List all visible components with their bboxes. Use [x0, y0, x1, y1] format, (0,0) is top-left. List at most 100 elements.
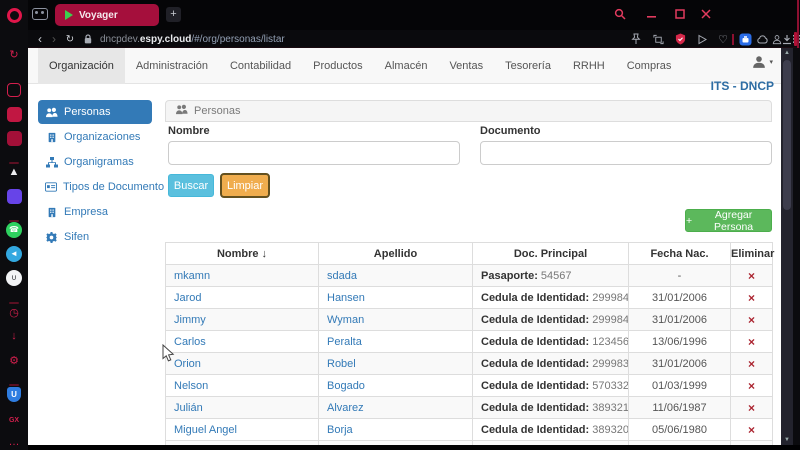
delete-button[interactable]: ×: [730, 264, 773, 287]
cell-apellido[interactable]: Wyman: [318, 308, 473, 331]
nombre-label: Nombre: [168, 125, 210, 137]
extension-blue-icon[interactable]: [738, 32, 752, 46]
delete-button[interactable]: ×: [730, 308, 773, 331]
history-icon[interactable]: ◷: [0, 302, 28, 322]
telegram-icon[interactable]: ◄: [0, 244, 28, 264]
app-white-icon[interactable]: ▲: [0, 162, 28, 182]
cell-apellido[interactable]: Bogado: [318, 374, 473, 397]
maximize-icon[interactable]: [670, 4, 690, 24]
user-menu[interactable]: ▾: [752, 55, 773, 69]
user-icon: [753, 56, 766, 68]
opera-logo-icon[interactable]: [0, 5, 28, 25]
documento-input[interactable]: [480, 141, 772, 165]
app-red-icon[interactable]: [0, 104, 28, 124]
delete-button[interactable]: ×: [730, 418, 773, 441]
cell-fecha-nac: 31/01/2006: [628, 286, 731, 309]
cell-nombre[interactable]: Jarod: [165, 286, 319, 309]
scroll-down-icon[interactable]: ▼: [781, 435, 793, 445]
delete-button[interactable]: ×: [730, 396, 773, 419]
snapshot-icon[interactable]: [651, 32, 665, 46]
assistant-icon[interactable]: [0, 80, 28, 100]
sidebar-item-tipos-de-documento[interactable]: Tipos de Documento: [38, 175, 164, 199]
buscar-button[interactable]: Buscar: [168, 174, 214, 197]
ublock-icon[interactable]: U: [0, 384, 28, 404]
app-red2-icon[interactable]: [0, 128, 28, 148]
cell-apellido[interactable]: Hansen: [318, 286, 473, 309]
table-row: Miguel Angel Borja Cedula de Identidad: 38…: [165, 418, 773, 441]
col-header-nombre[interactable]: Nombre ↓: [165, 242, 319, 265]
browser-tab[interactable]: Voyager: [55, 4, 159, 26]
cell-apellido[interactable]: Robel: [318, 352, 473, 375]
cell-apellido[interactable]: Peralta: [318, 330, 473, 353]
cell-doc-principal: Cedula de Identidad: 2999838: [472, 352, 629, 375]
tab-organizacion[interactable]: Organización: [38, 48, 125, 84]
reload-icon[interactable]: ↻: [64, 30, 76, 48]
minimize-icon[interactable]: [642, 4, 662, 24]
player-icon[interactable]: [695, 32, 709, 46]
delete-button[interactable]: ×: [730, 286, 773, 309]
divider: [731, 32, 734, 46]
redo-icon[interactable]: ↻: [0, 44, 28, 64]
delete-button[interactable]: ×: [730, 374, 773, 397]
cell-nombre[interactable]: Carlos: [165, 330, 319, 353]
cell-fecha-nac: 31/01/2006: [628, 352, 731, 375]
cell-apellido[interactable]: Borja: [318, 418, 473, 441]
whatsapp-icon[interactable]: ☎: [0, 220, 28, 240]
sidebar-item-organizaciones[interactable]: Organizaciones: [38, 125, 152, 149]
nombre-input[interactable]: [168, 141, 460, 165]
cell-nombre[interactable]: mkamn: [165, 264, 319, 287]
tab-rrhh[interactable]: RRHH: [562, 48, 616, 84]
play-icon: [65, 10, 73, 20]
sidebar-item-sifen[interactable]: Sifen: [38, 225, 152, 249]
cell-fecha-nac: 11/06/1987: [628, 396, 731, 419]
more-icon[interactable]: …: [0, 432, 28, 450]
discord-icon[interactable]: ∪: [0, 268, 28, 288]
workspaces-icon[interactable]: [32, 8, 48, 20]
tab-productos[interactable]: Productos: [302, 48, 374, 84]
heart-icon[interactable]: ♡: [716, 32, 730, 46]
scroll-up-icon[interactable]: ▲: [781, 48, 793, 58]
tab-compras[interactable]: Compras: [616, 48, 683, 84]
close-icon[interactable]: [696, 4, 716, 24]
search-icon[interactable]: [610, 4, 630, 24]
cell-nombre[interactable]: Julián: [165, 396, 319, 419]
cell-doc-principal: Pasaporte: 54567: [472, 264, 629, 287]
cell-nombre[interactable]: Nelson: [165, 374, 319, 397]
shield-icon[interactable]: [673, 32, 687, 46]
tab-administracion[interactable]: Administración: [125, 48, 219, 84]
cell-nombre[interactable]: Jimmy: [165, 308, 319, 331]
building-icon: [45, 207, 58, 218]
page-scrollbar[interactable]: ▲ ▼: [781, 48, 793, 445]
cell-apellido[interactable]: sdada: [318, 264, 473, 287]
settings-icon[interactable]: ⚙: [0, 350, 28, 370]
sidebar-item-organigramas[interactable]: Organigramas: [38, 150, 152, 174]
tab-almacen[interactable]: Almacén: [374, 48, 439, 84]
agregar-persona-button[interactable]: + Agregar Persona: [685, 209, 772, 233]
limpiar-button[interactable]: Limpiar: [220, 173, 270, 198]
sidebar-item-personas[interactable]: Personas: [38, 100, 152, 124]
delete-button[interactable]: ×: [730, 330, 773, 353]
tab-tesoreria[interactable]: Tesorería: [494, 48, 562, 84]
app-purple-icon[interactable]: [0, 186, 28, 206]
scrollbar-thumb[interactable]: [783, 60, 791, 210]
cell-doc-principal: Cedula de Identidad: 3893215: [472, 396, 629, 419]
brand-text: ITS - DNCP: [710, 79, 774, 93]
cell-nombre[interactable]: Orion: [165, 352, 319, 375]
delete-button[interactable]: ×: [730, 352, 773, 375]
plus-icon: +: [686, 214, 693, 227]
lock-icon: [82, 30, 94, 48]
sync-cloud-icon[interactable]: [756, 32, 770, 46]
downloads-icon[interactable]: ↓: [0, 326, 28, 346]
forward-icon[interactable]: ›: [48, 30, 60, 48]
building-icon: [45, 132, 58, 143]
tab-ventas[interactable]: Ventas: [438, 48, 494, 84]
new-tab-button[interactable]: +: [166, 7, 181, 22]
tab-contabilidad[interactable]: Contabilidad: [219, 48, 302, 84]
caret-down-icon: ▾: [769, 59, 773, 66]
cell-apellido[interactable]: Alvarez: [318, 396, 473, 419]
pin-icon[interactable]: [629, 32, 643, 46]
cell-nombre[interactable]: Miguel Angel: [165, 418, 319, 441]
gx-icon[interactable]: GX: [0, 410, 28, 430]
sidebar-item-empresa[interactable]: Empresa: [38, 200, 152, 224]
url-text[interactable]: dncpdev. espy.cloud/#/org/personas/listar: [100, 30, 285, 48]
